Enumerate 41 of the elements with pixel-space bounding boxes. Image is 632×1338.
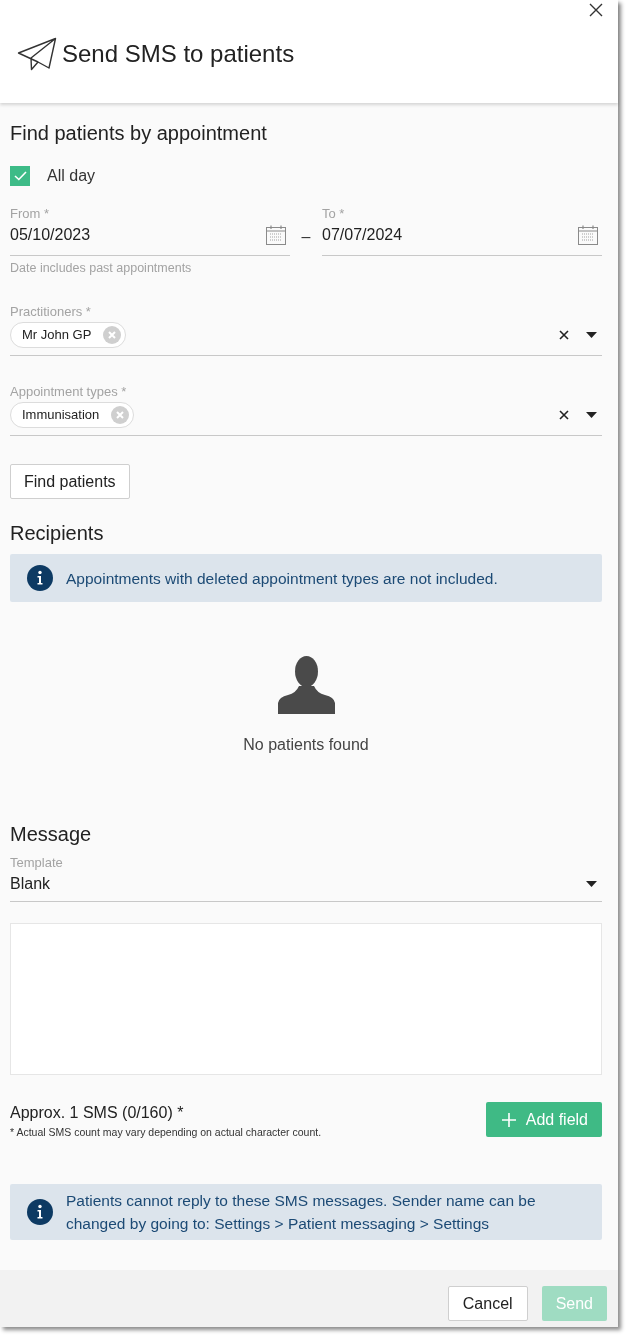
- field-label: Template: [10, 855, 64, 870]
- empty-state-text: No patients found: [243, 735, 369, 755]
- appointment-types-select[interactable]: Immunisation: [10, 402, 602, 436]
- clear-icon[interactable]: [559, 330, 569, 340]
- dialog-title: Send SMS to patients: [62, 39, 295, 69]
- date-field[interactable]: 07/07/2024: [322, 221, 602, 256]
- cancel-button[interactable]: Cancel: [447, 1286, 528, 1321]
- section-heading: Find patients by appointment: [10, 121, 268, 145]
- checkmark-icon: [13, 171, 27, 181]
- field-label: From *: [10, 206, 50, 221]
- date-field[interactable]: 05/10/2023: [10, 221, 290, 256]
- clear-icon[interactable]: [559, 410, 569, 420]
- info-text: Appointments with deleted appointment types are not included.: [66, 568, 498, 589]
- paper-plane-icon: [17, 37, 57, 71]
- field-label: Practitioners *: [10, 304, 92, 319]
- appointment-type-chip[interactable]: Immunisation: [10, 402, 135, 428]
- section-heading: Message: [10, 822, 93, 846]
- practitioners-select[interactable]: Mr John GP: [10, 322, 602, 356]
- sms-note-text: * Actual SMS count may vary depending on actual character count.: [10, 1125, 322, 1139]
- info-text: Patients cannot reply to these SMS messages. Sender name can be changed by going to: Settings > Patient messaging > Settings: [66, 1191, 537, 1234]
- plus-icon: [501, 1112, 516, 1127]
- caret-icon[interactable]: [586, 412, 597, 418]
- caret-icon[interactable]: [586, 881, 597, 887]
- calendar-icon[interactable]: [266, 225, 286, 245]
- close-button[interactable]: [589, 3, 603, 17]
- section-heading: Recipients: [10, 521, 105, 545]
- find-patients-button[interactable]: Find patients: [10, 464, 130, 499]
- practitioner-chip[interactable]: Mr John GP: [10, 322, 127, 348]
- helper-text: Date includes past appointments: [10, 261, 193, 276]
- date-separator: –: [301, 227, 311, 247]
- sms-count-text: Approx. 1 SMS (0/160) *: [10, 1103, 185, 1123]
- checkbox[interactable]: [10, 166, 30, 186]
- info-icon: [27, 1199, 53, 1225]
- field-label: Appointment types *: [10, 384, 128, 399]
- info-icon: [27, 565, 53, 591]
- calendar-icon[interactable]: [578, 225, 598, 245]
- caret-icon[interactable]: [586, 332, 597, 338]
- template-select[interactable]: Blank: [10, 870, 602, 902]
- person-silhouette-icon: [277, 656, 335, 714]
- checkbox-label[interactable]: All day: [47, 166, 96, 186]
- field-label: To *: [322, 206, 346, 221]
